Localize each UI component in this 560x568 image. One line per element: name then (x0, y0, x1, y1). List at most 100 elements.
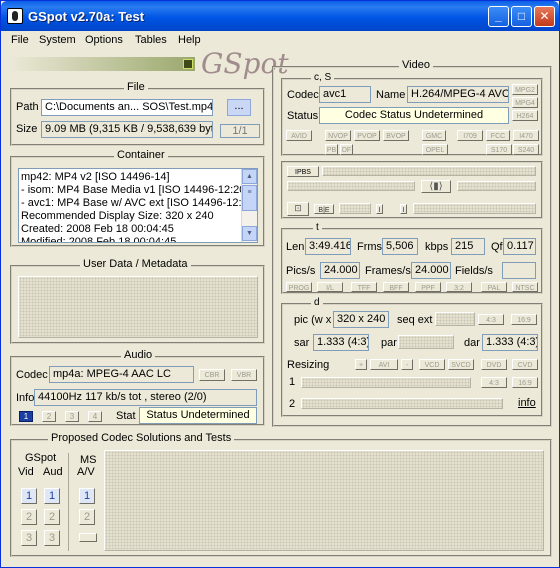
frames-label: Frames/s (365, 265, 411, 277)
ms-solution-2-button[interactable]: 2 (79, 509, 95, 525)
menu-file[interactable]: File (11, 34, 29, 46)
resize-ar-16-9-button[interactable]: 16:9 (512, 377, 538, 388)
ipbs-button[interactable]: IPBS (287, 166, 319, 177)
scroll-up-icon[interactable]: ▲ (242, 169, 257, 184)
ntsc-button[interactable]: NTSC (512, 282, 538, 292)
close-button[interactable]: ✕ (534, 6, 555, 27)
bff-button[interactable]: BFF (383, 282, 409, 292)
fields-field (502, 262, 536, 279)
mpg4-button[interactable]: MPG4 (512, 97, 538, 108)
i470-button[interactable]: I470 (513, 130, 539, 141)
frame-nav-icon[interactable]: ⟨▮⟩ (421, 180, 451, 193)
gmc-button[interactable]: GMC (422, 130, 446, 141)
video-codec-label: Codec (287, 89, 319, 101)
scroll-thumb[interactable]: ≡ (242, 185, 257, 211)
s170-button[interactable]: S170 (486, 144, 512, 155)
maximize-button[interactable]: □ (511, 6, 532, 27)
ppf-button[interactable]: PPF (415, 282, 441, 292)
sar-field: 1.333 (4:3) (313, 334, 369, 351)
resize-minus-button[interactable]: - (401, 359, 413, 370)
resize-avi-button[interactable]: AVI (370, 359, 398, 370)
ms-solution-3-button[interactable] (79, 533, 97, 542)
ar-16-9-button[interactable]: 16:9 (511, 314, 537, 325)
menu-system[interactable]: System (39, 34, 76, 46)
resize-plus-button[interactable]: + (355, 359, 367, 370)
container-scrollbar[interactable]: ▲ ≡ ▼ (241, 169, 257, 242)
audio-stat-label: Stat (116, 410, 136, 422)
ar-4-3-button[interactable]: 4:3 (478, 314, 504, 325)
menu-tables[interactable]: Tables (135, 34, 167, 46)
frms-label: Frms (357, 241, 383, 253)
ms-solution-1-button[interactable]: 1 (79, 488, 95, 504)
menu-options[interactable]: Options (85, 34, 123, 46)
audio-legend: Audio (121, 349, 156, 361)
seq-ext-label: seq ext (397, 314, 433, 326)
minimize-button[interactable]: _ (488, 6, 509, 27)
audio-stream-1-button[interactable]: 1 (19, 411, 33, 422)
resize-ar-4-3-button[interactable]: 4:3 (481, 377, 507, 388)
be-button[interactable]: B|E (314, 204, 334, 214)
vbr-button[interactable]: VBR (231, 369, 257, 381)
par-field (398, 335, 454, 349)
frame-timeline-left (287, 181, 415, 191)
user-data-box[interactable] (18, 276, 258, 338)
frame-type-subgroup: IPBS ⟨▮⟩ ⊡ B|E I I (281, 161, 543, 219)
resize-dvd-button[interactable]: DVD (481, 359, 507, 370)
resize-vcd-button[interactable]: VCD (419, 359, 445, 370)
bvop-button[interactable]: BVOP (383, 130, 409, 141)
pvop-button[interactable]: PVOP (354, 130, 380, 141)
gspot-app-icon[interactable] (7, 8, 23, 24)
pb-button[interactable]: PB (325, 144, 338, 155)
pal-button[interactable]: PAL (481, 282, 507, 292)
browse-button[interactable]: ... (227, 99, 251, 116)
vid-solution-1-button[interactable]: 1 (21, 488, 37, 504)
marker-i-button[interactable]: I (376, 204, 383, 214)
aud-solution-3-button[interactable]: 3 (44, 530, 60, 546)
vid-solution-3-button[interactable]: 3 (21, 530, 37, 546)
menu-help[interactable]: Help (178, 34, 201, 46)
container-info-box[interactable]: mp42: MP4 v2 [ISO 14496-14] - isom: MP4 … (18, 168, 258, 243)
container-legend: Container (114, 149, 168, 161)
aud-solution-2-button[interactable]: 2 (44, 509, 60, 525)
marker-ii-button[interactable]: I (400, 204, 407, 214)
avid-button[interactable]: AVID (286, 130, 312, 141)
info-link[interactable]: info (518, 397, 536, 409)
resize-cvd-button[interactable]: CVD (512, 359, 538, 370)
path-label: Path (16, 101, 39, 113)
audio-info-label: Info (16, 392, 35, 404)
nvop-button[interactable]: NVOP (325, 130, 351, 141)
interlaced-button[interactable]: I/L (317, 282, 343, 292)
window-title: GSpot v2.70a: Test (28, 9, 145, 24)
timing-legend: t (313, 222, 322, 233)
h264-button[interactable]: H264 (512, 110, 538, 121)
i709-button[interactable]: I709 (457, 130, 483, 141)
proposed-solutions-box[interactable] (104, 450, 544, 551)
video-name-field: H.264/MPEG-4 AVC (407, 86, 509, 103)
audio-stream-4-button[interactable]: 4 (88, 411, 102, 422)
dar-field: 1.333 (4:3) (482, 334, 538, 351)
title-bar[interactable]: GSpot v2.70a: Test _ □ ✕ (1, 1, 559, 31)
prog-button[interactable]: PROG (286, 282, 312, 292)
df-button[interactable]: DF (340, 144, 353, 155)
audio-stream-3-button[interactable]: 3 (65, 411, 79, 422)
cbr-button[interactable]: CBR (199, 369, 225, 381)
timing-subgroup: t Len 3:49.416 Frms 5,506 kbps 215 Qf 0.… (281, 222, 543, 294)
resizing-label: Resizing (287, 359, 330, 371)
tff-button[interactable]: TFF (351, 282, 377, 292)
fcc-button[interactable]: FCC (486, 130, 510, 141)
s240-button[interactable]: S240 (513, 144, 539, 155)
resize-svcd-button[interactable]: SVCD (448, 359, 474, 370)
video-codec-field: avc1 (319, 86, 371, 103)
path-field[interactable]: C:\Documents an... SOS\Test.mp4 (41, 99, 213, 116)
vid-solution-2-button[interactable]: 2 (21, 509, 37, 525)
pulldown-32-button[interactable]: 3:2 (446, 282, 472, 292)
mpg2-button[interactable]: MPG2 (512, 84, 538, 95)
opel-button[interactable]: OPEL (422, 144, 448, 155)
size-label: Size (16, 123, 38, 135)
marker-field (413, 203, 536, 214)
scroll-down-icon[interactable]: ▼ (242, 226, 257, 241)
audio-stream-2-button[interactable]: 2 (42, 411, 56, 422)
aud-solution-1-button[interactable]: 1 (44, 488, 60, 504)
resize-row-1-field (301, 377, 471, 388)
picture-icon[interactable]: ⊡ (287, 202, 309, 216)
